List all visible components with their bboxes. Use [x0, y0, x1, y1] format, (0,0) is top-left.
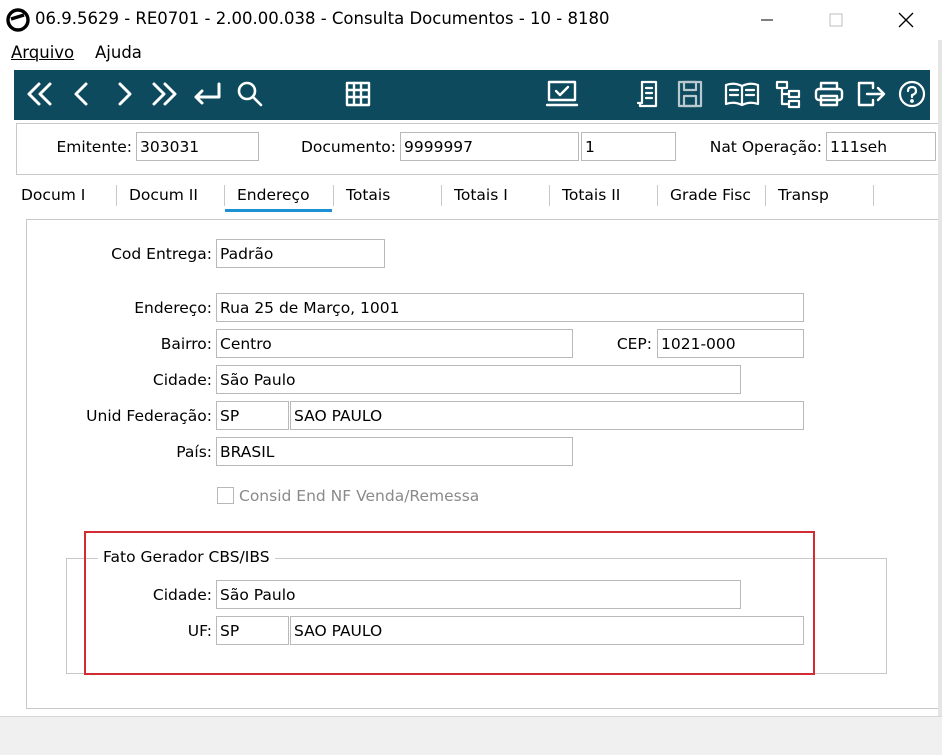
search-button[interactable]: [234, 74, 266, 114]
active-tab-indicator: [225, 209, 332, 212]
save-icon: [677, 80, 703, 108]
goto-icon: [194, 82, 221, 105]
serie-field[interactable]: 1: [581, 132, 676, 161]
bairro-field[interactable]: Centro: [216, 329, 573, 358]
cep-field[interactable]: 1021-000: [657, 329, 804, 358]
highlight-box: [84, 531, 815, 675]
nat-operacao-field[interactable]: 111seh: [826, 132, 936, 161]
tab-separator: [549, 185, 550, 206]
help-button[interactable]: [896, 74, 928, 114]
tab-separator: [333, 185, 334, 206]
manual-button[interactable]: [722, 74, 762, 114]
tab-separator: [116, 185, 117, 206]
cod-entrega-label: Cod Entrega:: [111, 245, 212, 263]
grid-icon: [345, 81, 371, 107]
first-record-button[interactable]: [22, 74, 56, 114]
cidade-field[interactable]: São Paulo: [216, 365, 741, 394]
tab-grade-fisc[interactable]: Grade Fisc: [670, 186, 751, 204]
pais-field[interactable]: BRASIL: [216, 437, 573, 466]
pais-label: País:: [176, 443, 212, 461]
emitente-field[interactable]: 303031: [136, 132, 259, 161]
cidade-label: Cidade:: [152, 371, 212, 389]
menu-ajuda[interactable]: Ajuda: [95, 43, 142, 62]
goto-button[interactable]: [190, 74, 224, 114]
first-icon: [27, 82, 52, 106]
next-record-button[interactable]: [110, 74, 138, 114]
uf-code-field[interactable]: SP: [216, 401, 289, 430]
notepad-icon: [636, 80, 658, 108]
tab-transp[interactable]: Transp: [778, 186, 829, 204]
next-icon: [118, 82, 132, 106]
nat-operacao-label: Nat Operação:: [709, 138, 822, 156]
status-bar: [0, 716, 942, 755]
tree-icon: [775, 80, 801, 109]
consid-end-checkbox[interactable]: [217, 487, 234, 504]
menu-arquivo[interactable]: Arquivo: [11, 43, 74, 62]
documento-label: Documento:: [300, 138, 396, 156]
print-icon: [814, 81, 844, 107]
grid-button[interactable]: [341, 74, 375, 114]
tab-separator: [765, 185, 766, 206]
uf-name-field[interactable]: SAO PAULO: [290, 401, 804, 430]
help-icon: [898, 80, 926, 108]
confirm-button[interactable]: [544, 74, 580, 114]
save-button[interactable]: [674, 74, 706, 114]
tab-totais-i[interactable]: Totais I: [454, 186, 508, 204]
title-bar: 06.9.5629 - RE0701 - 2.00.00.038 - Consu…: [0, 0, 942, 40]
book-icon: [724, 82, 760, 107]
previous-record-button[interactable]: [68, 74, 96, 114]
cep-label: CEP:: [616, 335, 652, 353]
last-icon: [152, 82, 177, 106]
search-icon: [237, 81, 263, 107]
check-screen-icon: [545, 80, 579, 107]
maximize-icon: [829, 13, 843, 27]
tab-docum-i[interactable]: Docum I: [21, 186, 85, 204]
exit-button[interactable]: [854, 74, 888, 114]
tab-docum-ii[interactable]: Docum II: [129, 186, 198, 204]
tab-separator: [657, 185, 658, 206]
window-title: 06.9.5629 - RE0701 - 2.00.00.038 - Consu…: [35, 9, 610, 28]
tab-separator: [873, 185, 874, 206]
tab-totais-ii[interactable]: Totais II: [562, 186, 620, 204]
toolbar: [14, 70, 930, 120]
endereco-label: Endereço:: [134, 299, 212, 317]
app-logo-icon: [6, 8, 30, 32]
emitente-label: Emitente:: [56, 138, 132, 156]
tree-button[interactable]: [772, 74, 804, 114]
close-button[interactable]: [883, 4, 929, 36]
tab-separator: [441, 185, 442, 206]
exit-icon: [857, 81, 886, 107]
bairro-label: Bairro:: [160, 335, 212, 353]
uf-label: Unid Federação:: [86, 407, 212, 425]
minimize-button[interactable]: [744, 4, 790, 36]
notes-button[interactable]: [632, 74, 664, 114]
previous-icon: [74, 82, 88, 106]
minimize-icon: [761, 19, 773, 21]
tab-endereco[interactable]: Endereço: [237, 186, 310, 204]
maximize-button[interactable]: [813, 4, 859, 36]
consid-end-label: Consid End NF Venda/Remessa: [239, 487, 480, 505]
endereco-field[interactable]: Rua 25 de Março, 1001: [216, 293, 804, 322]
close-icon: [898, 12, 914, 28]
cod-entrega-field[interactable]: Padrão: [216, 239, 385, 268]
tab-totais[interactable]: Totais: [346, 186, 390, 204]
tab-separator: [224, 185, 225, 206]
window-edge: [938, 40, 942, 716]
documento-field[interactable]: 9999997: [400, 132, 579, 161]
print-button[interactable]: [812, 74, 846, 114]
last-record-button[interactable]: [148, 74, 182, 114]
